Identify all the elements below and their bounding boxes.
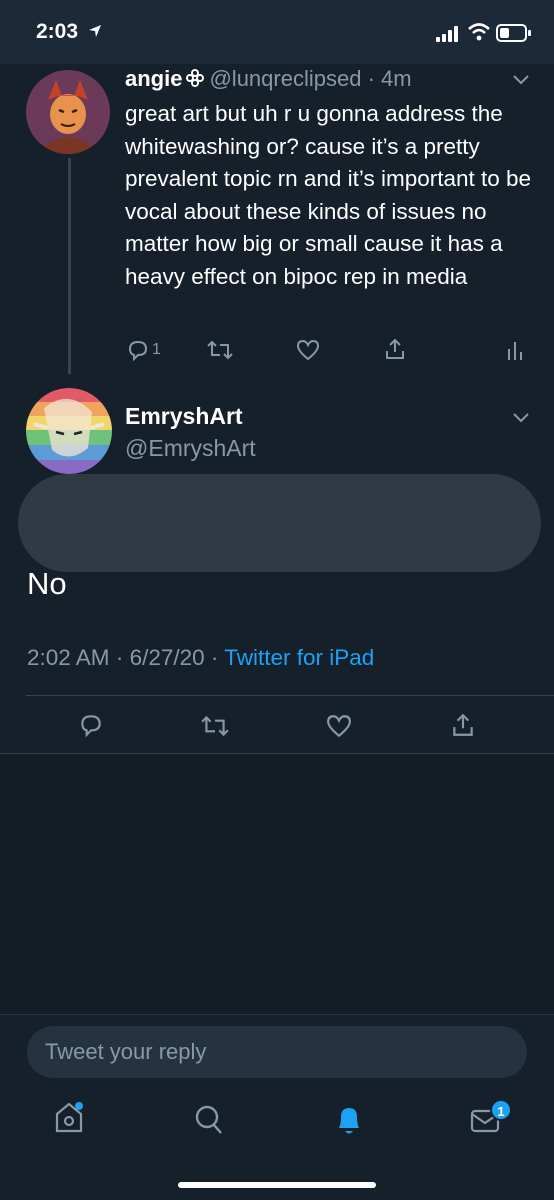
share-icon[interactable]: [450, 712, 476, 738]
dot-separator: ·: [109, 645, 130, 670]
dot-separator: ·: [361, 66, 382, 91]
location-arrow-icon: [89, 25, 101, 37]
main-author-name[interactable]: EmryshArt: [125, 403, 243, 430]
tweet-time: 2:02 AM: [27, 645, 110, 670]
angie-avatar[interactable]: [26, 70, 110, 154]
reply-age: 4m: [381, 66, 412, 91]
home-indicator[interactable]: [178, 1182, 376, 1188]
analytics-icon[interactable]: [506, 339, 524, 361]
notifications-bell-icon[interactable]: [334, 1103, 364, 1137]
flower-emoji-icon: [186, 69, 205, 87]
redaction-overlay: [18, 474, 541, 572]
tweet-metadata: 2:02 AM · 6/27/20 · Twitter for iPad: [27, 645, 374, 671]
retweet-icon[interactable]: [206, 338, 234, 362]
chevron-down-icon[interactable]: [512, 74, 530, 86]
reply-icon[interactable]: [126, 338, 150, 362]
status-time: 2:03: [36, 20, 79, 43]
home-notification-dot: [75, 1102, 83, 1110]
messages-badge: 1: [490, 1099, 512, 1121]
dot-separator: ·: [204, 645, 225, 670]
divider: [26, 695, 554, 696]
status-bar: 2:03: [0, 0, 554, 64]
tweet-source-link[interactable]: Twitter for iPad: [224, 645, 374, 670]
reply-author-handle[interactable]: @lunqreclipsed: [209, 66, 361, 91]
cellular-signal-icon: [436, 26, 458, 42]
reply-tweet-header: angie @lunqreclipsed · 4m: [125, 66, 412, 92]
reply-input[interactable]: [27, 1026, 527, 1078]
like-icon[interactable]: [296, 339, 320, 361]
retweet-icon[interactable]: [200, 713, 230, 739]
chevron-down-icon[interactable]: [512, 412, 530, 424]
main-author-handle[interactable]: @EmryshArt: [125, 435, 256, 462]
emryshart-avatar[interactable]: [26, 388, 112, 474]
wifi-icon: [468, 23, 490, 41]
share-icon[interactable]: [383, 337, 407, 361]
reply-icon[interactable]: [78, 712, 104, 738]
battery-icon: [496, 24, 531, 42]
thread-connector-line: [68, 158, 71, 374]
reply-count: 1: [152, 341, 161, 358]
like-icon[interactable]: [326, 714, 352, 738]
reply-tweet-text: great art but uh r u gonna address the w…: [125, 101, 532, 289]
reply-author-name[interactable]: angie: [125, 66, 182, 91]
main-tweet-text: No: [27, 566, 67, 601]
tweet-date: 6/27/20: [129, 645, 205, 670]
search-icon[interactable]: [194, 1104, 224, 1136]
